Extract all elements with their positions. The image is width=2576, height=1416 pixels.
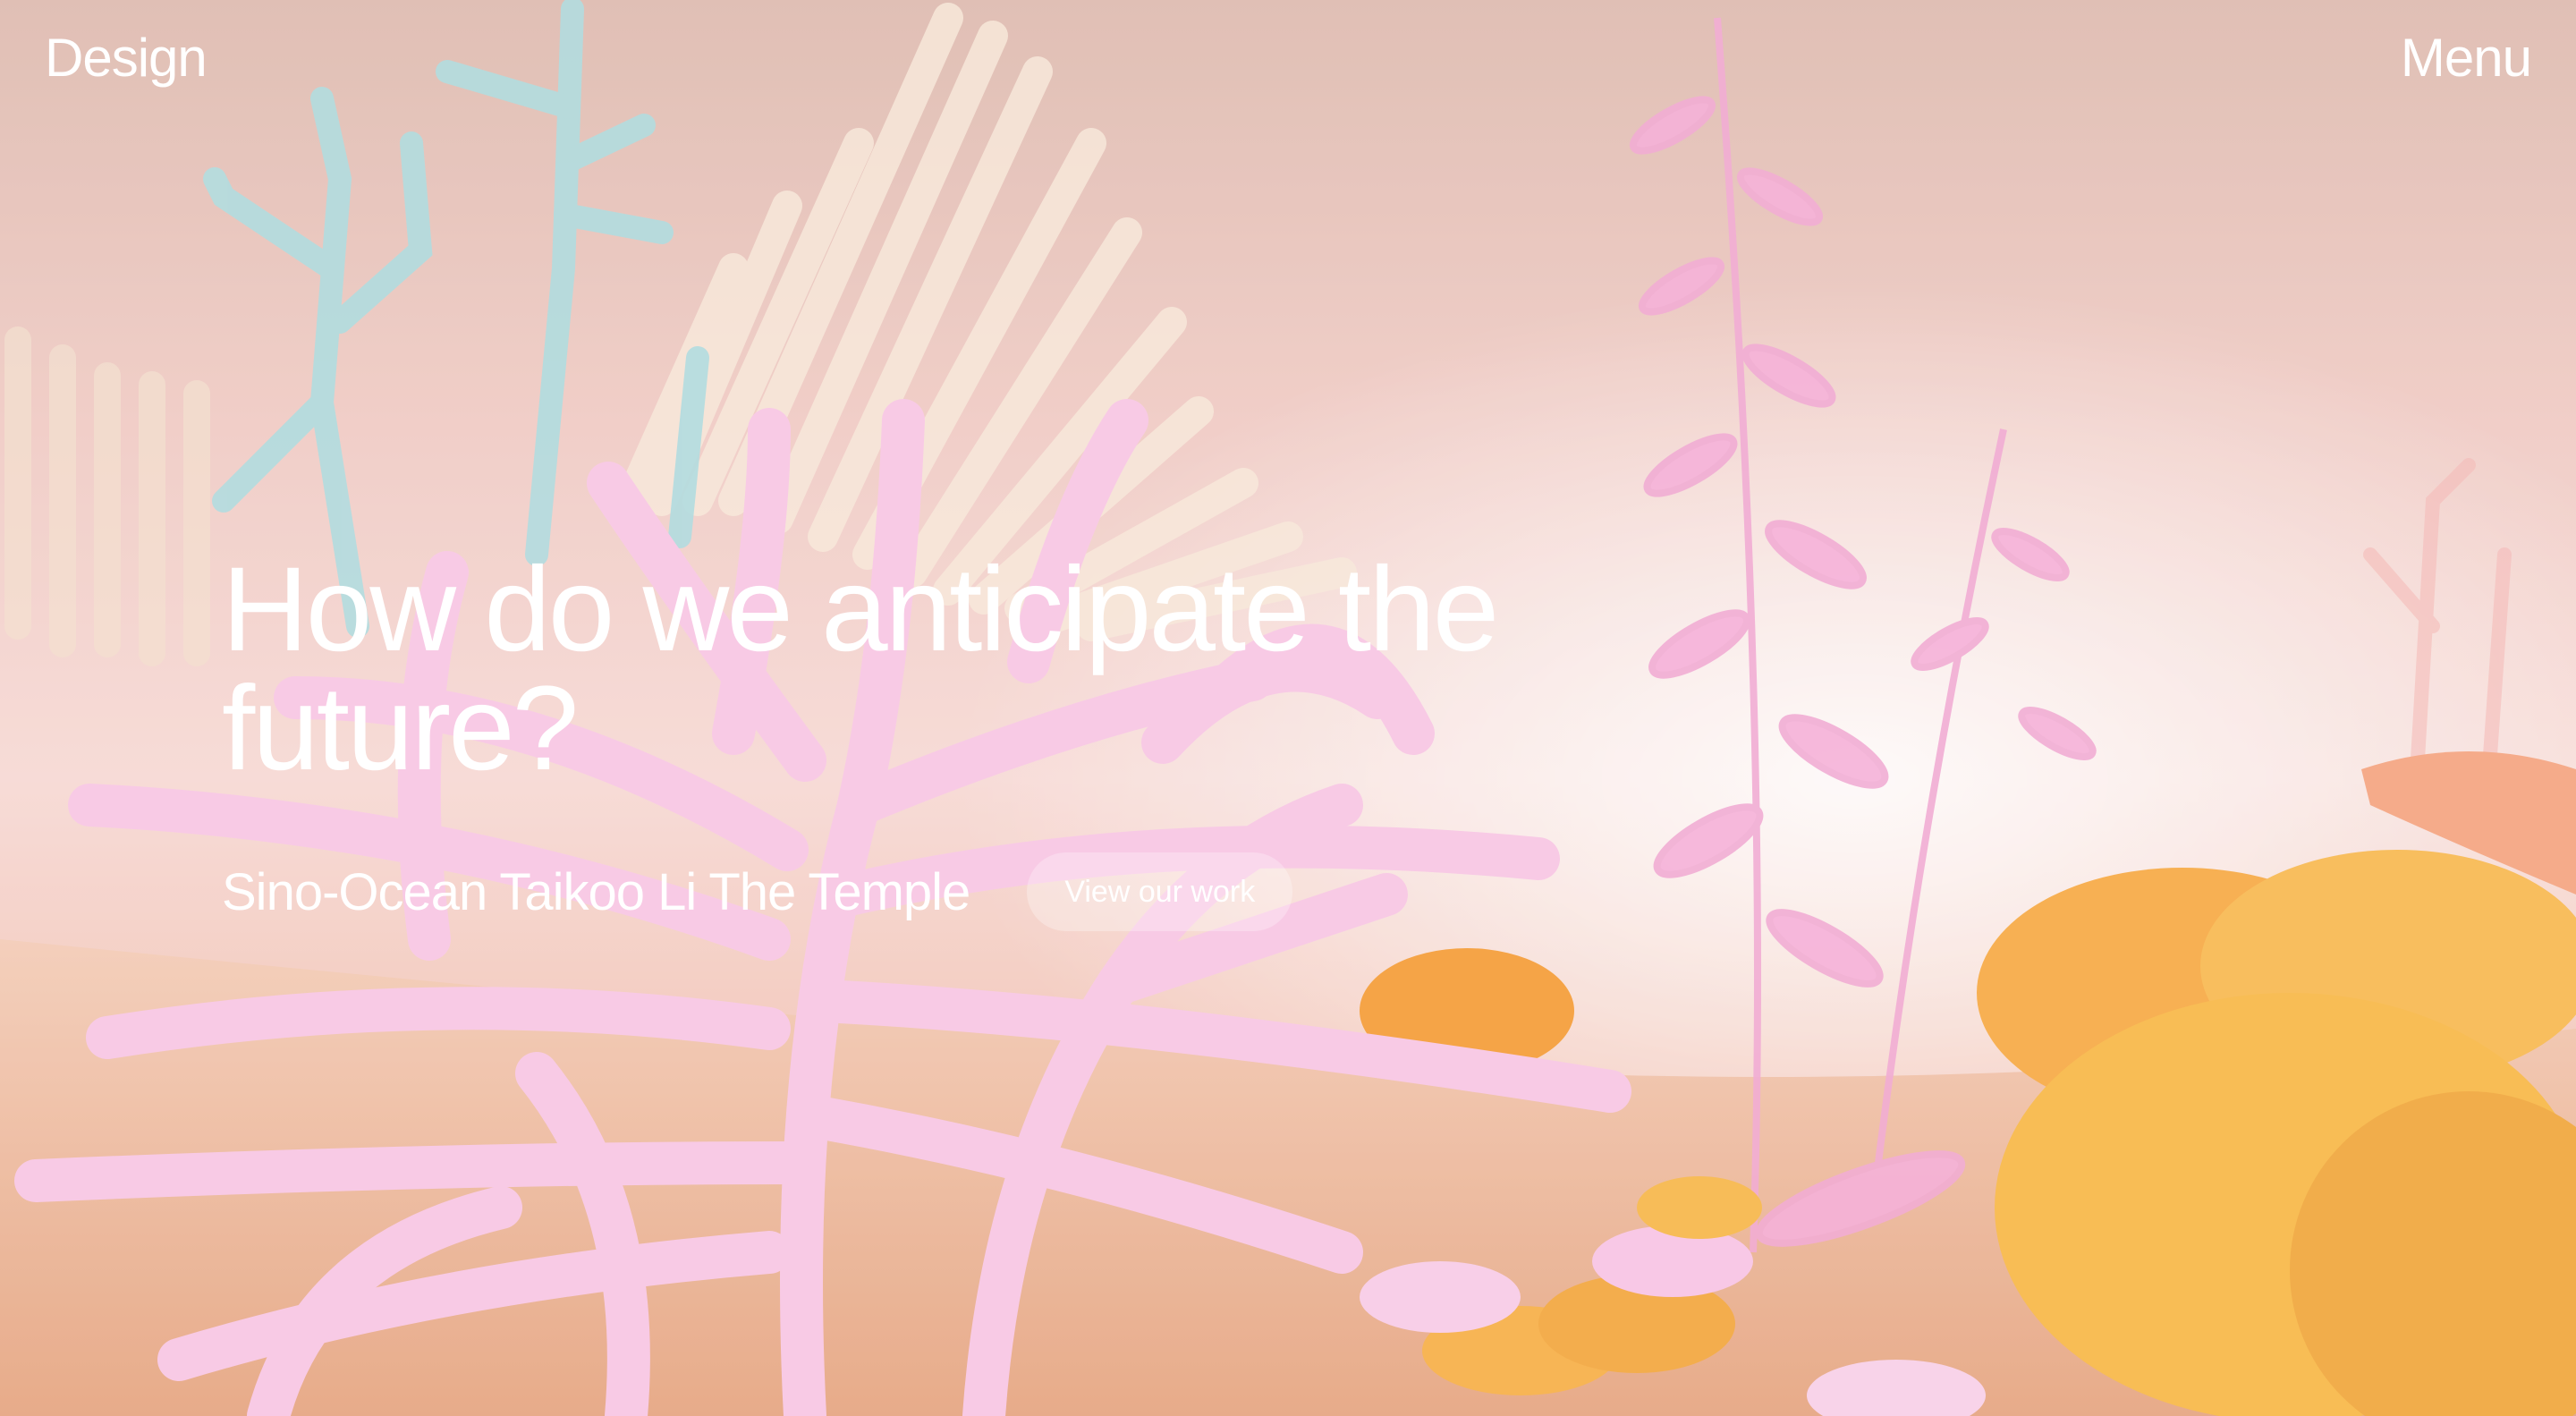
top-navigation: Design Menu — [0, 0, 2576, 116]
hero-section: How do we anticipate the future? Sino-Oc… — [222, 550, 1832, 931]
page: Design Menu How do we anticipate the fut… — [0, 0, 2576, 1416]
menu-button[interactable]: Menu — [2401, 27, 2532, 89]
hero-title: How do we anticipate the future? — [222, 543, 1499, 795]
view-our-work-button[interactable]: View our work — [1027, 852, 1293, 931]
project-name: Sino-Ocean Taikoo Li The Temple — [222, 862, 970, 921]
brand-logo-link[interactable]: Design — [45, 27, 208, 89]
hero-project-row: Sino-Ocean Taikoo Li The Temple View our… — [222, 852, 1832, 931]
